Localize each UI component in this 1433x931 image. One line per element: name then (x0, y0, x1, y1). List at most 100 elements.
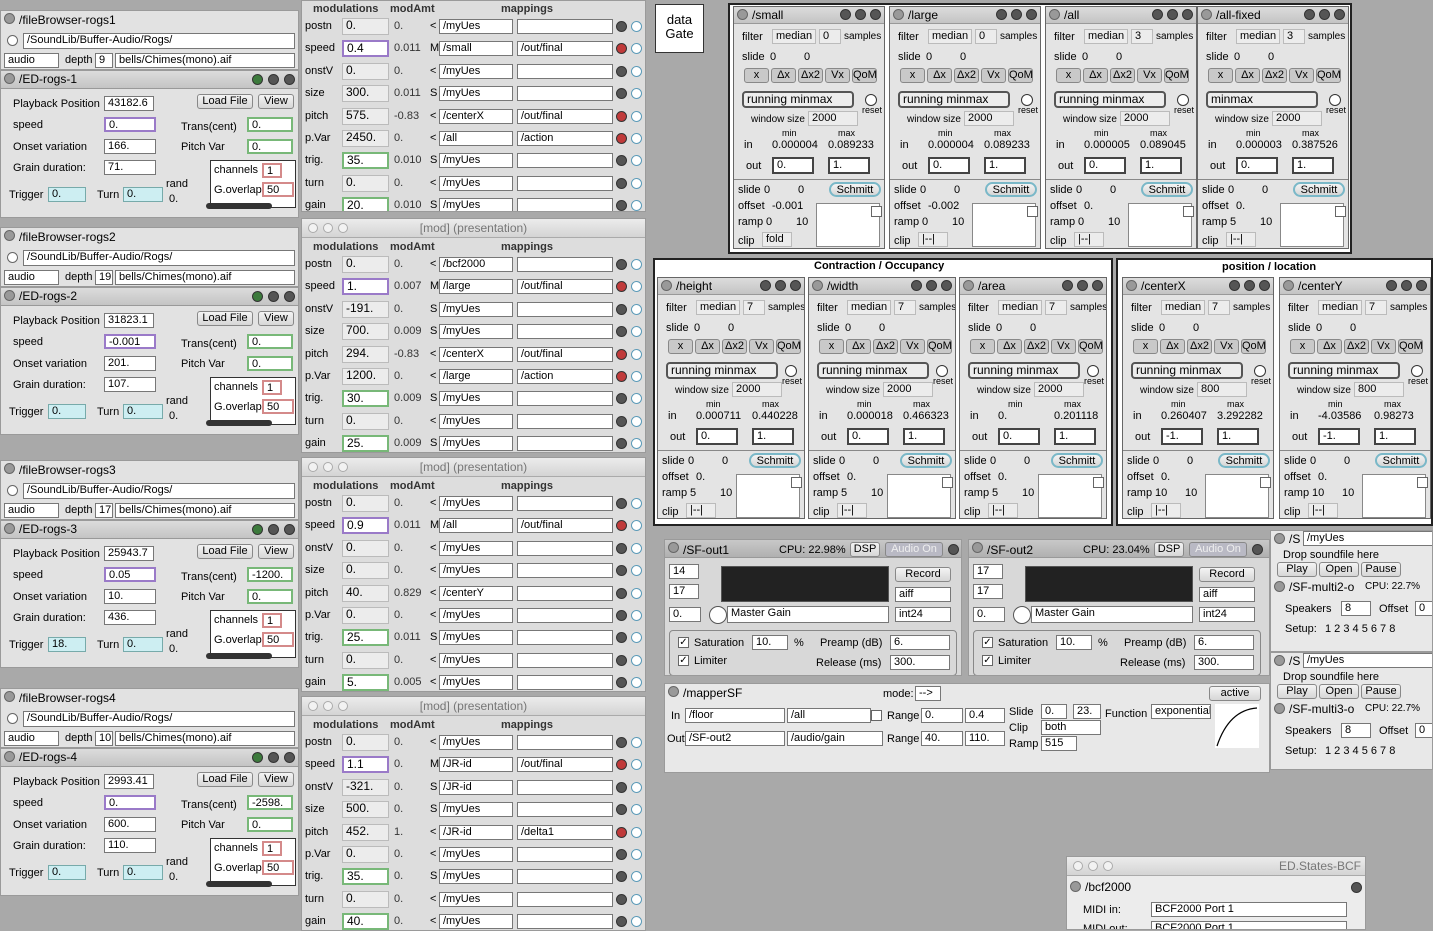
add-map-icon[interactable] (631, 438, 642, 450)
out-range-min[interactable]: 40. (921, 731, 963, 746)
load-file-button[interactable]: Load File (197, 544, 253, 559)
mode-menu[interactable]: minmax (1206, 91, 1318, 108)
samples-field[interactable]: 7 (1365, 300, 1387, 315)
mute-icon[interactable] (268, 752, 279, 763)
load-file-button[interactable]: Load File (197, 94, 253, 109)
add-map-icon[interactable] (631, 415, 642, 427)
samples-field[interactable]: 7 (1045, 300, 1067, 315)
clip-menu[interactable]: |--| (837, 503, 867, 518)
map-source-field[interactable]: /myUes (439, 735, 513, 750)
playback-field[interactable]: 25943.7 (104, 546, 154, 561)
close-window-button[interactable] (308, 223, 318, 233)
in-range-min[interactable]: 0. (921, 708, 963, 723)
param-value[interactable]: 40. (342, 913, 389, 930)
map-target-field[interactable] (517, 198, 613, 211)
play-button[interactable]: Play (1277, 562, 1317, 577)
trans-field[interactable]: 0. (247, 117, 293, 132)
format-menu[interactable]: aiff (895, 587, 951, 602)
mode-button[interactable]: x (1208, 68, 1233, 83)
samples-field[interactable]: 7 (743, 300, 765, 315)
mode-button[interactable]: Δx2 (722, 339, 747, 354)
power-icon[interactable] (252, 524, 263, 535)
collapse-toggle-icon[interactable] (1274, 703, 1285, 714)
add-map-icon[interactable] (631, 133, 642, 144)
param-value[interactable]: 25. (342, 435, 389, 452)
ues-field[interactable]: /myUes (1303, 531, 1432, 546)
channels-field[interactable]: 1 (262, 613, 282, 628)
param-value[interactable]: 0. (342, 890, 389, 908)
mode-button[interactable]: QoM (927, 339, 952, 354)
mode-button[interactable]: Δx (1083, 68, 1108, 83)
collapse-toggle-icon[interactable] (737, 9, 748, 20)
map-toggle-icon[interactable] (616, 438, 627, 450)
trigger-field[interactable]: 0. (48, 865, 86, 880)
map-source-field[interactable]: /myUes (439, 563, 513, 579)
add-map-icon[interactable] (631, 110, 642, 122)
add-icon[interactable] (1092, 280, 1103, 291)
pitchvar-field[interactable]: 0. (247, 589, 293, 604)
schmitt-toggle[interactable]: Schmitt (1051, 453, 1103, 468)
schmitt-toggle[interactable]: Schmitt (1293, 182, 1345, 197)
offset-field[interactable]: 0 (1415, 601, 1432, 616)
file-menu[interactable]: bells/Chimes(mono).aif (115, 270, 295, 285)
mode-menu[interactable]: running minmax (968, 362, 1080, 379)
limiter-checkbox[interactable]: ✓ (678, 655, 689, 666)
window-field[interactable]: 2000 (964, 111, 1014, 126)
mode-button[interactable]: Δx2 (1110, 68, 1135, 83)
map-source-field[interactable]: /JR-id (439, 824, 513, 840)
dsp-button[interactable]: DSP (1154, 542, 1184, 557)
param-value[interactable]: 25. (342, 629, 389, 647)
add-map-icon[interactable] (631, 88, 642, 100)
mode-button[interactable]: Vx (900, 339, 925, 354)
folder-toggle[interactable] (7, 713, 18, 724)
path-field[interactable]: /SoundLib/Buffer-Audio/Rogs/ (23, 711, 295, 727)
bypass-icon[interactable] (926, 280, 937, 291)
mode-button[interactable]: Δx (846, 339, 871, 354)
map-target-field[interactable] (517, 608, 613, 623)
minimize-window-button[interactable] (1088, 861, 1098, 871)
record-button[interactable]: Record (895, 567, 951, 582)
pause-button[interactable]: Pause (1361, 684, 1401, 699)
gain-value-field[interactable]: 0. (669, 607, 701, 622)
mute-icon[interactable] (1152, 9, 1163, 20)
window-field[interactable]: 2000 (1034, 382, 1084, 397)
goverlap-field[interactable]: 50 (262, 860, 294, 875)
out-range-max[interactable]: 110. (965, 731, 1005, 746)
map-target-field[interactable] (517, 391, 613, 407)
map-toggle-icon[interactable] (616, 677, 627, 689)
in-range-max[interactable]: 0.4 (965, 708, 1005, 723)
param-value[interactable]: 0. (342, 734, 389, 751)
add-icon[interactable] (1259, 280, 1270, 291)
mode-menu[interactable]: running minmax (1054, 91, 1166, 108)
pause-button[interactable]: Pause (1361, 562, 1401, 577)
add-map-icon[interactable] (631, 849, 642, 860)
load-file-button[interactable]: Load File (197, 311, 253, 326)
add-icon[interactable] (284, 74, 295, 85)
mode-button[interactable]: Vx (1051, 339, 1076, 354)
slide-down-field[interactable]: 23. (1073, 704, 1101, 719)
map-toggle-icon[interactable] (616, 565, 627, 577)
power-icon[interactable] (252, 291, 263, 302)
map-target-field[interactable] (517, 585, 613, 601)
add-map-icon[interactable] (631, 587, 642, 599)
add-map-icon[interactable] (631, 65, 642, 77)
map-target-field[interactable] (517, 86, 613, 102)
map-target-field[interactable]: /out/final (517, 346, 613, 362)
add-icon[interactable] (284, 291, 295, 302)
mute-icon[interactable] (760, 280, 771, 291)
slide-up-field[interactable]: 0. (1041, 704, 1067, 719)
add-icon[interactable] (1351, 882, 1362, 893)
bits-menu[interactable]: int24 (895, 607, 951, 622)
add-map-icon[interactable] (631, 759, 642, 771)
map-toggle-icon[interactable] (616, 110, 627, 122)
mode-button[interactable]: x (900, 68, 925, 83)
map-target-field[interactable] (517, 914, 613, 930)
ramp-field[interactable]: 515 (1041, 736, 1077, 751)
record-button[interactable]: Record (1199, 567, 1255, 582)
map-target-field[interactable] (517, 675, 613, 691)
schmitt-toggle[interactable]: Schmitt (749, 453, 801, 468)
mute-icon[interactable] (911, 280, 922, 291)
add-map-icon[interactable] (631, 177, 642, 189)
add-map-icon[interactable] (631, 155, 642, 167)
master-gain-slider[interactable]: Master Gain (727, 606, 889, 623)
